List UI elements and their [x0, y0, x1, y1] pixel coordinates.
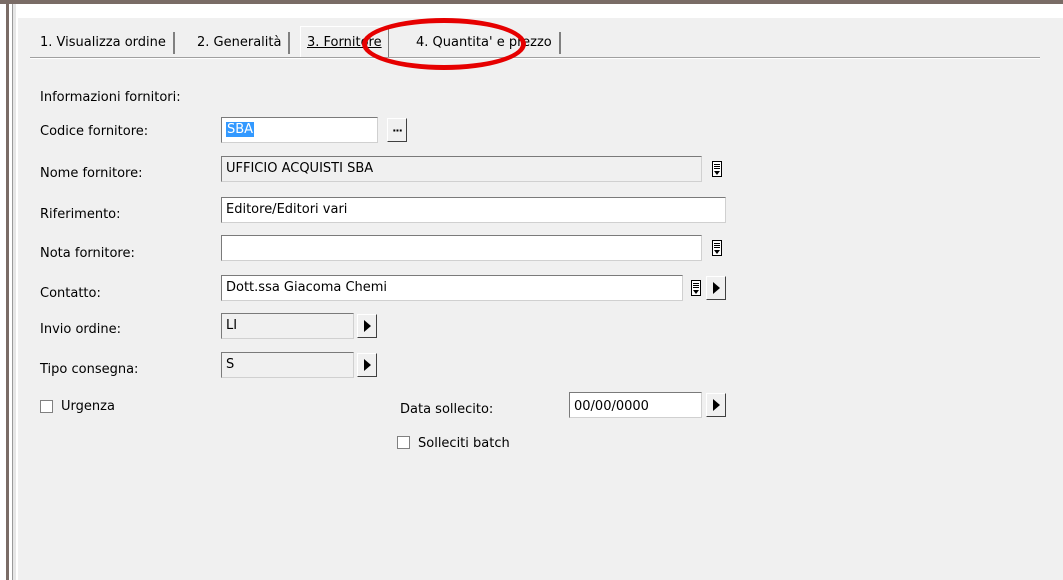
contatto-arrow-button[interactable]	[706, 276, 726, 300]
tab-label: 2. Generalità	[197, 35, 282, 50]
list-icon	[691, 280, 701, 296]
tab-visualizza-ordine[interactable]: 1. Visualizza ordine	[34, 28, 175, 58]
solleciti-batch-label: Solleciti batch	[418, 436, 510, 451]
arrow-right-icon	[712, 399, 720, 411]
window-left-border	[6, 4, 9, 580]
invio-ordine-label: Invio ordine:	[40, 322, 122, 337]
list-icon	[712, 161, 722, 177]
nome-fornitore-field: UFFICIO ACQUISTI SBA	[221, 156, 702, 182]
tab-generalita[interactable]: 2. Generalità	[191, 28, 291, 58]
riferimento-label: Riferimento:	[40, 207, 121, 222]
tipo-consegna-field: S	[221, 352, 354, 378]
nome-fornitore-value: UFFICIO ACQUISTI SBA	[226, 161, 374, 176]
arrow-right-icon	[712, 282, 720, 294]
data-sollecito-input[interactable]: 00/00/0000	[569, 392, 702, 418]
codice-fornitore-label: Codice fornitore:	[40, 124, 149, 139]
contatto-label: Contatto:	[40, 286, 101, 301]
window: 1. Visualizza ordine 2. Generalità 3. Fo…	[0, 0, 1063, 580]
nome-fornitore-list-button[interactable]	[707, 157, 727, 181]
riferimento-input[interactable]: Editore/Editori vari	[221, 197, 726, 223]
contatto-value: Dott.ssa Giacoma Chemi	[226, 280, 388, 295]
nome-fornitore-label: Nome fornitore:	[40, 166, 143, 181]
list-icon	[712, 240, 722, 256]
urgenza-checkbox[interactable]	[40, 400, 53, 413]
data-sollecito-arrow-button[interactable]	[706, 393, 726, 417]
nota-fornitore-label: Nota fornitore:	[40, 246, 135, 261]
urgenza-label: Urgenza	[61, 399, 115, 414]
lookup-button[interactable]: ···	[387, 118, 407, 142]
arrow-right-icon	[363, 359, 371, 371]
window-left-inner-border	[12, 4, 16, 580]
codice-fornitore-input[interactable]: SBA	[221, 117, 378, 143]
tipo-consegna-label: Tipo consegna:	[40, 362, 139, 377]
tipo-consegna-value: S	[226, 357, 235, 372]
riferimento-value: Editore/Editori vari	[226, 202, 348, 217]
contatto-input[interactable]: Dott.ssa Giacoma Chemi	[221, 275, 683, 301]
contatto-list-button[interactable]	[686, 276, 706, 300]
nota-fornitore-input[interactable]	[221, 235, 702, 261]
invio-ordine-field: LI	[221, 313, 354, 339]
data-sollecito-label: Data sollecito:	[400, 402, 494, 417]
nota-fornitore-list-button[interactable]	[707, 236, 727, 260]
tab-divider	[30, 57, 1040, 59]
invio-ordine-arrow-button[interactable]	[357, 314, 377, 338]
lookup-icon: ···	[392, 123, 403, 137]
invio-ordine-value: LI	[226, 318, 238, 333]
tab-label: 1. Visualizza ordine	[40, 35, 166, 50]
data-sollecito-value: 00/00/0000	[574, 399, 649, 414]
annotation-circle	[362, 18, 526, 70]
codice-fornitore-value: SBA	[226, 122, 255, 137]
arrow-right-icon	[363, 320, 371, 332]
section-title: Informazioni fornitori:	[40, 90, 181, 105]
tipo-consegna-arrow-button[interactable]	[357, 353, 377, 377]
solleciti-batch-checkbox[interactable]	[397, 436, 410, 449]
window-top-border	[0, 0, 1063, 4]
